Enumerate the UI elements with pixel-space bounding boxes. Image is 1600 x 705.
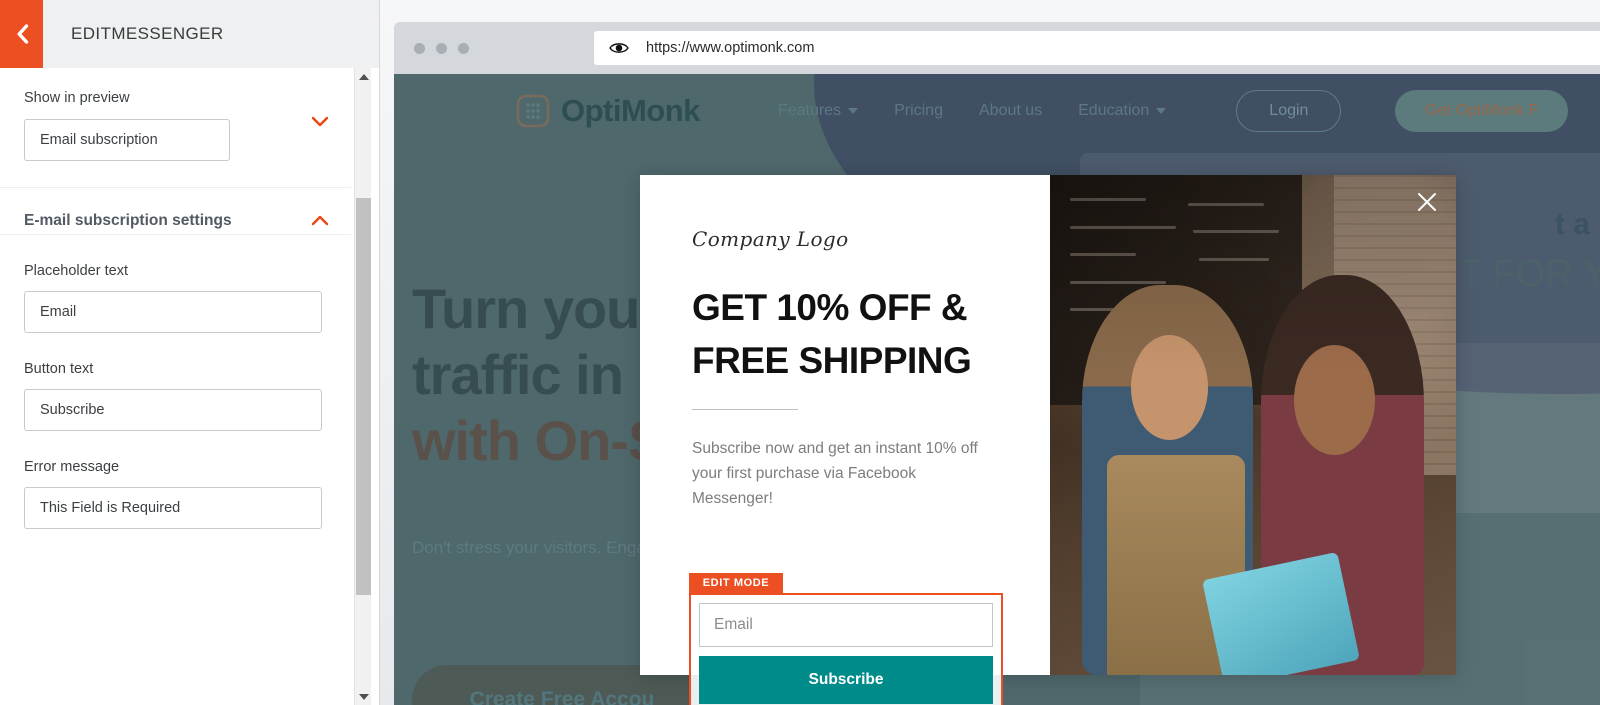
popup-image-column bbox=[1050, 175, 1456, 675]
edit-mode-wrapper: EDIT MODE Email Subscribe bbox=[689, 573, 1003, 705]
login-button[interactable]: Login bbox=[1236, 90, 1342, 132]
hero-right-text-2: T FOR Y bbox=[1459, 253, 1600, 295]
window-minimize-dot-icon bbox=[436, 42, 447, 54]
sidebar-scroll-area: Show in preview Email subscription E-mai… bbox=[0, 68, 379, 705]
triangle-down-icon bbox=[358, 693, 369, 700]
popup-headline[interactable]: GET 10% OFF & FREE SHIPPING bbox=[692, 281, 1000, 387]
placeholder-text-label: Placeholder text bbox=[24, 263, 128, 279]
app-root: EDITMESSENGER Show in preview Email subs… bbox=[0, 0, 1600, 705]
editor-sidebar: EDITMESSENGER Show in preview Email subs… bbox=[0, 0, 380, 705]
popup-subscribe-button[interactable]: Subscribe bbox=[699, 656, 993, 704]
popup-subtext[interactable]: Subscribe now and get an instant 10% off… bbox=[692, 436, 992, 511]
brand-name: OptiMonk bbox=[561, 93, 700, 128]
error-message-input[interactable]: This Field is Required bbox=[24, 487, 322, 529]
button-text-label: Button text bbox=[24, 361, 94, 377]
chevron-down-icon bbox=[848, 108, 859, 114]
scroll-down-button[interactable] bbox=[355, 688, 372, 705]
edit-mode-badge: EDIT MODE bbox=[689, 573, 783, 593]
hero-heading-line-2: traffic in bbox=[412, 343, 624, 406]
chevron-left-icon bbox=[14, 23, 30, 45]
close-icon[interactable] bbox=[1414, 189, 1440, 215]
show-in-preview-section: Show in preview Email subscription bbox=[0, 68, 351, 188]
address-bar[interactable]: https://www.optimonk.com bbox=[594, 31, 1600, 65]
placeholder-text-input[interactable]: Email bbox=[24, 291, 322, 333]
button-text-field: Button text Subscribe bbox=[24, 333, 327, 431]
settings-fields: Placeholder text Email Button text Subsc… bbox=[0, 235, 351, 529]
nav-item-about-us[interactable]: About us bbox=[979, 102, 1042, 120]
nav-item-features[interactable]: Features bbox=[777, 102, 859, 120]
hero-right-text-1: t a bbox=[1554, 208, 1590, 241]
sidebar-scrollbar[interactable] bbox=[354, 68, 371, 705]
button-text-input[interactable]: Subscribe bbox=[24, 389, 322, 431]
nav-item-education[interactable]: Education bbox=[1078, 102, 1167, 120]
site-brand[interactable]: OptiMonk bbox=[394, 93, 700, 129]
popup-left-column: Company Logo GET 10% OFF & FREE SHIPPING… bbox=[640, 175, 1050, 705]
show-in-preview-select[interactable]: Email subscription bbox=[24, 119, 230, 161]
sidebar-content: Show in preview Email subscription E-mai… bbox=[0, 68, 351, 529]
scroll-up-button[interactable] bbox=[355, 68, 372, 85]
placeholder-text-field: Placeholder text Email bbox=[24, 235, 327, 333]
get-optimonk-free-button[interactable]: Get OptiMonk F bbox=[1395, 90, 1569, 132]
sidebar-title: EDITMESSENGER bbox=[71, 24, 224, 43]
chevron-up-icon[interactable] bbox=[311, 215, 329, 233]
site-navbar: OptiMonk Features Pricing About us Educa… bbox=[394, 74, 1600, 148]
chevron-down-icon bbox=[1156, 108, 1167, 114]
accordion-title: E-mail subscription settings bbox=[24, 212, 232, 229]
window-maximize-dot-icon bbox=[458, 42, 469, 54]
popup-company-logo: Company Logo bbox=[692, 227, 849, 251]
scrollbar-thumb[interactable] bbox=[356, 198, 371, 595]
popup-email-input[interactable]: Email bbox=[699, 603, 993, 647]
eye-icon bbox=[608, 37, 630, 59]
error-message-label: Error message bbox=[24, 459, 120, 475]
error-message-field: Error message This Field is Required bbox=[24, 431, 327, 529]
window-close-dot-icon bbox=[414, 42, 425, 54]
nav-label: Education bbox=[1078, 102, 1150, 119]
edit-mode-selection-box[interactable]: Email Subscribe bbox=[689, 593, 1003, 705]
traffic-lights bbox=[394, 42, 469, 54]
browser-chrome-bar: https://www.optimonk.com bbox=[394, 22, 1600, 74]
url-text: https://www.optimonk.com bbox=[646, 40, 815, 56]
triangle-up-icon bbox=[358, 73, 369, 80]
sidebar-header: EDITMESSENGER bbox=[0, 0, 379, 68]
site-nav-links: Features Pricing About us Education Logi… bbox=[700, 90, 1569, 132]
nav-label: Features bbox=[777, 102, 842, 119]
show-in-preview-label: Show in preview bbox=[24, 90, 130, 106]
popup-photo bbox=[1050, 175, 1456, 675]
website-viewport: OptiMonk Features Pricing About us Educa… bbox=[394, 74, 1600, 705]
email-subscription-settings-header[interactable]: E-mail subscription settings bbox=[0, 188, 351, 235]
hero-heading-line-1: Turn you bbox=[412, 277, 640, 340]
chevron-down-icon[interactable] bbox=[311, 116, 329, 134]
photo-shading bbox=[1050, 175, 1456, 675]
popup-divider bbox=[692, 409, 798, 410]
campaign-popup: Company Logo GET 10% OFF & FREE SHIPPING… bbox=[640, 175, 1456, 705]
back-button[interactable] bbox=[0, 0, 43, 68]
browser-preview: https://www.optimonk.com OptiMonk Featur… bbox=[380, 0, 1600, 705]
nav-item-pricing[interactable]: Pricing bbox=[894, 102, 943, 120]
optimonk-grid-logo-icon bbox=[516, 94, 550, 128]
